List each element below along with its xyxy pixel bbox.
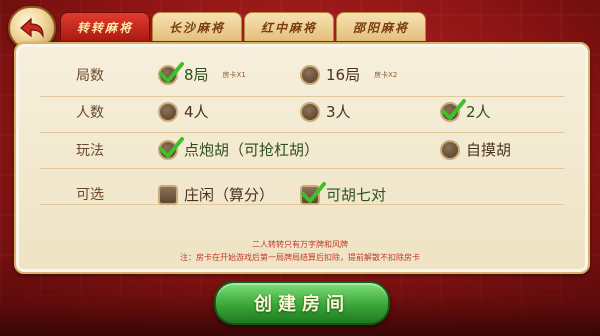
- option-label: 4人: [184, 103, 209, 121]
- checkbox: [300, 181, 326, 205]
- checkmark-icon: [159, 136, 184, 158]
- tab-hongzhong[interactable]: 红中麻将: [244, 12, 334, 41]
- option-label: 2人: [466, 103, 491, 121]
- radio-button: [440, 98, 466, 122]
- option-label: 点炮胡（可抢杠胡）: [184, 141, 320, 159]
- radio-button: [440, 139, 460, 160]
- option-label: 3人: [326, 103, 351, 121]
- tab-zhuanzhuan[interactable]: 转转麻将: [60, 12, 150, 41]
- divider: [40, 96, 564, 97]
- radio-button: [300, 101, 320, 122]
- rounds-label: 局数: [76, 68, 104, 84]
- card-cost-note: 房卡X2: [374, 70, 398, 79]
- rules-label: 玩法: [76, 143, 104, 159]
- divider: [40, 132, 564, 133]
- room-card-note: 注：房卡在开始游戏后第一局牌局结算后扣除，提前解散不扣除房卡: [180, 253, 420, 262]
- players-option-2[interactable]: 2人: [440, 98, 491, 122]
- rules-option-dianpao[interactable]: 点炮胡（可抢杠胡）: [158, 136, 320, 160]
- tab-shaoyang[interactable]: 邵阳麻将: [336, 12, 426, 41]
- option-label: 庄闲（算分）: [184, 186, 275, 204]
- players-option-3[interactable]: 3人: [300, 101, 351, 122]
- two-player-note: 二人转转只有万字牌和风牌: [252, 240, 348, 249]
- radio-button: [158, 101, 178, 122]
- checkbox: [158, 184, 178, 205]
- checkmark-icon: [441, 98, 466, 120]
- checkmark-icon: [159, 61, 184, 83]
- radio-button: [300, 64, 320, 85]
- optional-zhuangxian[interactable]: 庄闲（算分）: [158, 184, 274, 205]
- rounds-option-16[interactable]: 16局 房卡X2: [300, 64, 397, 85]
- checkmark-icon: [301, 181, 326, 203]
- option-label: 8局: [184, 66, 209, 84]
- option-label: 自摸胡: [466, 141, 512, 159]
- card-cost-note: 房卡X1: [222, 70, 246, 79]
- option-label: 可胡七对: [326, 186, 387, 204]
- rounds-option-8[interactable]: 8局 房卡X1: [158, 61, 246, 85]
- rules-option-zimo[interactable]: 自摸胡: [440, 139, 511, 160]
- players-label: 人数: [76, 105, 104, 121]
- create-room-button[interactable]: 创建房间: [214, 281, 390, 325]
- radio-button: [158, 61, 184, 85]
- optional-qidui[interactable]: 可胡七对: [300, 181, 387, 205]
- tab-changsha[interactable]: 长沙麻将: [152, 12, 242, 41]
- option-label: 16局: [326, 66, 361, 84]
- back-arrow-icon: [20, 17, 44, 39]
- optional-label: 可选: [76, 187, 104, 203]
- divider: [40, 168, 564, 169]
- mahjong-type-tabs: 转转麻将 长沙麻将 红中麻将 邵阳麻将: [60, 12, 426, 42]
- players-option-4[interactable]: 4人: [158, 101, 209, 122]
- radio-button: [158, 136, 184, 160]
